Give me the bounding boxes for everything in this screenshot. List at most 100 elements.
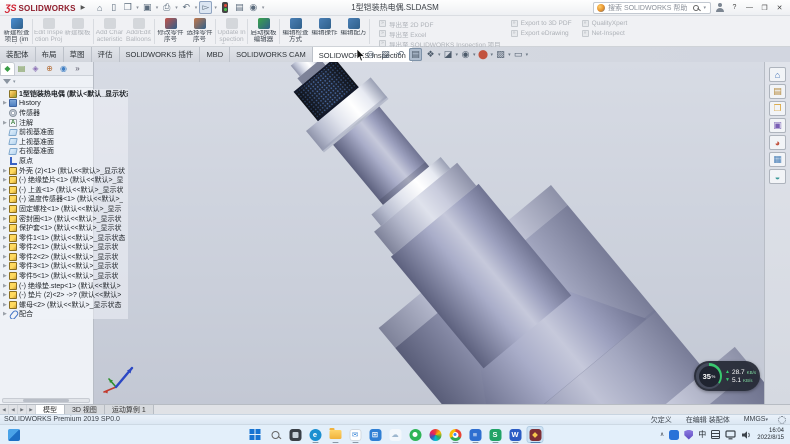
view-settings-icon[interactable]: ▭ (512, 48, 525, 61)
file-properties-icon[interactable]: ▤ (233, 1, 246, 14)
section-view-icon[interactable]: ▤ (409, 48, 422, 61)
apply-scene-icon-caret[interactable]: ▾ (508, 52, 511, 58)
start-button[interactable] (247, 426, 264, 443)
tree-item[interactable]: 传感器 (1, 108, 128, 118)
tab-布局[interactable]: 布局 (36, 47, 64, 62)
model-tab-运动算例 1[interactable]: 运动算例 1 (105, 405, 154, 414)
tab-MBD[interactable]: MBD (200, 47, 230, 62)
zoom-to-area-icon[interactable]: ▧ (379, 48, 392, 61)
ime-mode-icon[interactable] (711, 430, 720, 439)
tab-评估[interactable]: 评估 (92, 47, 120, 62)
task-view-button[interactable] (287, 426, 304, 443)
display-style-icon-caret[interactable]: ▾ (456, 52, 459, 58)
tree-item[interactable]: ▶History (1, 99, 128, 109)
apply-scene-icon[interactable]: ▨ (494, 48, 507, 61)
tree-item[interactable]: ▶零件3<1> (默认<<默认>_显示状 (1, 262, 128, 272)
tree-item[interactable]: ▶零件5<1> (默认<<默认>_显示状 (1, 271, 128, 281)
view-orientation-icon-caret[interactable]: ▾ (438, 52, 441, 58)
tab-SOLIDWORKS CAM[interactable]: SOLIDWORKS CAM (230, 47, 313, 62)
tree-item[interactable]: ▶外壳 (2)<1> (默认<<默认>_显示状 (1, 166, 128, 176)
store-icon[interactable]: ⊞ (367, 426, 384, 443)
edge-icon[interactable]: e (307, 426, 324, 443)
tree-item[interactable]: 前视基准面 (1, 127, 128, 137)
tree-item[interactable]: ▶(-) 绝缘垫.step<1> (默认<<默认> (1, 281, 128, 291)
ribbon-button-12[interactable]: 编辑配方 (339, 17, 368, 46)
tray-chevron-icon[interactable]: ∧ (660, 431, 664, 438)
tree-item[interactable]: 原点 (1, 156, 128, 166)
tree-filter-row[interactable]: ▾ (0, 76, 93, 88)
tab-装配体[interactable]: 装配体 (0, 47, 36, 62)
tab-nav-last-icon[interactable]: ▶ (27, 405, 36, 414)
units-caret-icon[interactable]: ▾ (765, 417, 768, 423)
hide-show-items-icon-caret[interactable]: ▾ (473, 52, 476, 58)
menu-expand-arrow[interactable]: ▶ (81, 4, 86, 11)
dictionary-app-icon[interactable]: ≡ (467, 426, 484, 443)
propertymanager-tab[interactable]: ▤ (15, 63, 28, 75)
file-explorer-icon[interactable] (327, 426, 344, 443)
view-orientation-icon[interactable]: ❖ (424, 48, 437, 61)
taskbar-corner-widget-icon[interactable] (8, 429, 20, 441)
design-library-icon[interactable]: ▤ (769, 84, 786, 99)
tree-item[interactable]: ▶(-) 绝缘垫片<1> (默认<<默认>_显 (1, 175, 128, 185)
solidworks-resources-icon[interactable]: ⌂ (769, 67, 786, 82)
ribbon-button-1[interactable]: 新建检查项目 (imp;ixt) (2, 17, 31, 46)
tray-blue-app-icon[interactable] (669, 430, 679, 440)
ime-language-indicator[interactable]: 中 (698, 429, 706, 440)
tree-item[interactable]: ▶配合 (1, 310, 128, 320)
edit-appearance-icon[interactable]: ⬤ (477, 48, 490, 61)
model-tab-模型[interactable]: 模型 (36, 405, 65, 414)
tree-item[interactable]: ▶(-) 垫片 (2)<2> ->? (默认<<默认> (1, 290, 128, 300)
ribbon-button-7[interactable]: 选择零件序号 (185, 17, 214, 46)
tree-item[interactable]: ▶零件2<1> (默认<<默认>_显示状 (1, 243, 128, 253)
tree-item[interactable]: ▶A注解 (1, 118, 128, 128)
print-icon[interactable]: ⎙ (160, 1, 173, 14)
search-button[interactable] (267, 426, 284, 443)
hide-show-items-icon[interactable]: ◉ (459, 48, 472, 61)
login-user-icon[interactable] (715, 3, 724, 12)
new-document-icon[interactable]: ▯ (107, 1, 120, 14)
tab-nav-first-icon[interactable]: ◀ (0, 405, 9, 414)
configurationmanager-tab[interactable]: ◈ (29, 63, 42, 75)
tree-item[interactable]: 上视基准面 (1, 137, 128, 147)
search-caret-icon[interactable]: ▾ (703, 5, 706, 11)
restore-button[interactable]: ❐ (758, 2, 771, 14)
color-wheel-app-icon[interactable] (427, 426, 444, 443)
wps-app-icon[interactable]: S (487, 426, 504, 443)
open-icon[interactable]: ❒ (121, 1, 134, 14)
ribbon-button-6[interactable]: 修改零件序号 (156, 17, 185, 46)
tree-item[interactable]: ▶密封圈<1> (默认<<默认>_显示状 (1, 214, 128, 224)
forum-icon[interactable]: ◒ (769, 169, 786, 184)
view-palette-icon[interactable]: ▣ (769, 118, 786, 133)
dimxpertmanager-tab[interactable]: ⊕ (43, 63, 56, 75)
model-tab-3D 视图[interactable]: 3D 视图 (65, 405, 105, 414)
print-icon-caret[interactable]: ▾ (175, 5, 178, 11)
search-icon[interactable] (693, 5, 699, 11)
undo-icon-caret[interactable]: ▾ (195, 5, 198, 11)
search-input[interactable]: 搜索 SOLIDWORKS 帮助 ▾ (593, 2, 711, 14)
tree-item[interactable]: ▶保护套<1> (默认<<默认>_显示状 (1, 223, 128, 233)
clock[interactable]: 16:04 2022/8/15 (757, 428, 784, 442)
save-icon[interactable]: ▣ (141, 1, 154, 14)
appearances-icon[interactable]: ◕ (769, 135, 786, 150)
select-icon-caret[interactable]: ▾ (214, 5, 217, 11)
minimize-button[interactable]: — (743, 2, 756, 14)
mail-icon[interactable]: ✉ (347, 426, 364, 443)
options-icon[interactable]: ◉ (247, 1, 260, 14)
edit-appearance-icon-caret[interactable]: ▾ (491, 52, 494, 58)
featuremanager-tree-tab[interactable]: ◆ (1, 63, 14, 75)
tab-草图[interactable]: 草图 (64, 47, 92, 62)
performance-overlay-widget[interactable]: 35% ▲ 28.7 KB/s ▼ 5.1 KB/s (694, 361, 760, 391)
word-app-icon[interactable]: W (507, 426, 524, 443)
filter-funnel-icon[interactable] (3, 79, 11, 84)
ribbon-button-11[interactable]: 编辑操作 (310, 17, 339, 46)
display-style-icon[interactable]: ◪ (442, 48, 455, 61)
network-monitor-icon[interactable] (725, 430, 736, 440)
ribbon-button-10[interactable]: 编辑检查方式 (281, 17, 310, 46)
view-settings-icon-caret[interactable]: ▾ (526, 52, 529, 58)
file-explorer-icon[interactable]: ❐ (769, 101, 786, 116)
volume-icon[interactable] (741, 430, 752, 440)
panel-horizontal-scrollbar[interactable] (2, 398, 90, 403)
chrome-icon[interactable] (447, 426, 464, 443)
help-button[interactable]: ? (728, 2, 741, 14)
tree-item[interactable]: ▶(-) 温度传感器<1> (默认<<默认>_ (1, 195, 128, 205)
